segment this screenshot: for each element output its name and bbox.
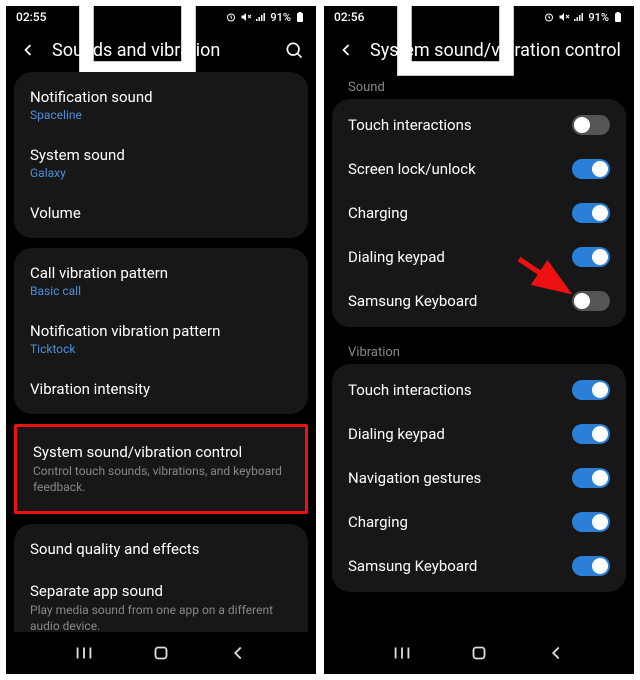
- toggle-vib-charging[interactable]: [572, 512, 610, 532]
- section-sound-label: Sound: [332, 72, 626, 99]
- card-vibration: Touch interactions Dialing keypad Naviga…: [332, 364, 626, 592]
- nav-home[interactable]: [468, 642, 490, 664]
- row-vibration-intensity[interactable]: Vibration intensity: [14, 368, 308, 410]
- row-system-sound[interactable]: System sound Galaxy: [14, 134, 308, 192]
- phone-right: 02:56 91% System sound/vibration control…: [324, 6, 634, 674]
- toggle-sound-keyboard[interactable]: [572, 291, 610, 311]
- header: System sound/vibration control: [324, 28, 634, 72]
- row-system-sound-vibration-control[interactable]: System sound/vibration control Control t…: [17, 431, 305, 507]
- toggle-vib-dialing[interactable]: [572, 424, 610, 444]
- alarm-icon: [543, 11, 555, 23]
- toggle-sound-dialing[interactable]: [572, 247, 610, 267]
- back-icon[interactable]: [18, 40, 38, 60]
- header: Sounds and vibration: [6, 28, 316, 72]
- battery-text: 91%: [588, 11, 609, 24]
- row-vib-charging[interactable]: Charging: [332, 500, 626, 544]
- content: Notification sound Spaceline System soun…: [6, 72, 316, 632]
- card-vibration: Call vibration pattern Basic call Notifi…: [14, 248, 308, 414]
- row-vib-touch[interactable]: Touch interactions: [332, 368, 626, 412]
- alarm-icon: [225, 11, 237, 23]
- section-vibration-label: Vibration: [332, 337, 626, 364]
- row-sound-lock[interactable]: Screen lock/unlock: [332, 147, 626, 191]
- status-bar: 02:55 91%: [6, 6, 316, 28]
- nav-back[interactable]: [227, 642, 249, 664]
- toggle-sound-charging[interactable]: [572, 203, 610, 223]
- toggle-vib-keyboard[interactable]: [572, 556, 610, 576]
- page-title: System sound/vibration control: [370, 40, 622, 61]
- signal-icon: [573, 11, 585, 23]
- toggle-sound-lock[interactable]: [572, 159, 610, 179]
- row-sound-keyboard[interactable]: Samsung Keyboard: [332, 279, 626, 323]
- phone-left: 02:55 91% Sounds and vibration Notificat…: [6, 6, 316, 674]
- nav-recent[interactable]: [391, 642, 413, 664]
- signal-icon: [255, 11, 267, 23]
- search-icon[interactable]: [284, 40, 304, 60]
- nav-home[interactable]: [150, 642, 172, 664]
- row-call-vibration[interactable]: Call vibration pattern Basic call: [14, 252, 308, 310]
- row-vib-dialing[interactable]: Dialing keypad: [332, 412, 626, 456]
- row-volume[interactable]: Volume: [14, 192, 308, 234]
- row-sound-quality[interactable]: Sound quality and effects: [14, 528, 308, 570]
- row-sound-charging[interactable]: Charging: [332, 191, 626, 235]
- back-icon[interactable]: [336, 40, 356, 60]
- card-sounds: Notification sound Spaceline System soun…: [14, 72, 308, 238]
- row-sound-touch[interactable]: Touch interactions: [332, 103, 626, 147]
- nav-bar: [324, 632, 634, 674]
- battery-text: 91%: [270, 11, 291, 24]
- toggle-vib-nav[interactable]: [572, 468, 610, 488]
- row-sound-dialing[interactable]: Dialing keypad: [332, 235, 626, 279]
- battery-icon: [612, 11, 624, 23]
- toggle-sound-touch[interactable]: [572, 115, 610, 135]
- nav-recent[interactable]: [73, 642, 95, 664]
- card-other: Sound quality and effects Separate app s…: [14, 524, 308, 632]
- status-time: 02:56: [334, 10, 364, 24]
- toggle-vib-touch[interactable]: [572, 380, 610, 400]
- mute-icon: [558, 11, 570, 23]
- row-notification-sound[interactable]: Notification sound Spaceline: [14, 76, 308, 134]
- card-sound: Touch interactions Screen lock/unlock Ch…: [332, 99, 626, 327]
- nav-bar: [6, 632, 316, 674]
- row-vib-nav[interactable]: Navigation gestures: [332, 456, 626, 500]
- card-svc-highlighted: System sound/vibration control Control t…: [14, 424, 308, 514]
- nav-back[interactable]: [545, 642, 567, 664]
- row-separate-app-sound[interactable]: Separate app sound Play media sound from…: [14, 570, 308, 632]
- status-bar: 02:56 91%: [324, 6, 634, 28]
- battery-icon: [294, 11, 306, 23]
- status-time: 02:55: [16, 10, 46, 24]
- content: Sound Touch interactions Screen lock/unl…: [324, 72, 634, 632]
- row-notification-vibration[interactable]: Notification vibration pattern Ticktock: [14, 310, 308, 368]
- mute-icon: [240, 11, 252, 23]
- row-vib-keyboard[interactable]: Samsung Keyboard: [332, 544, 626, 588]
- page-title: Sounds and vibration: [52, 40, 270, 61]
